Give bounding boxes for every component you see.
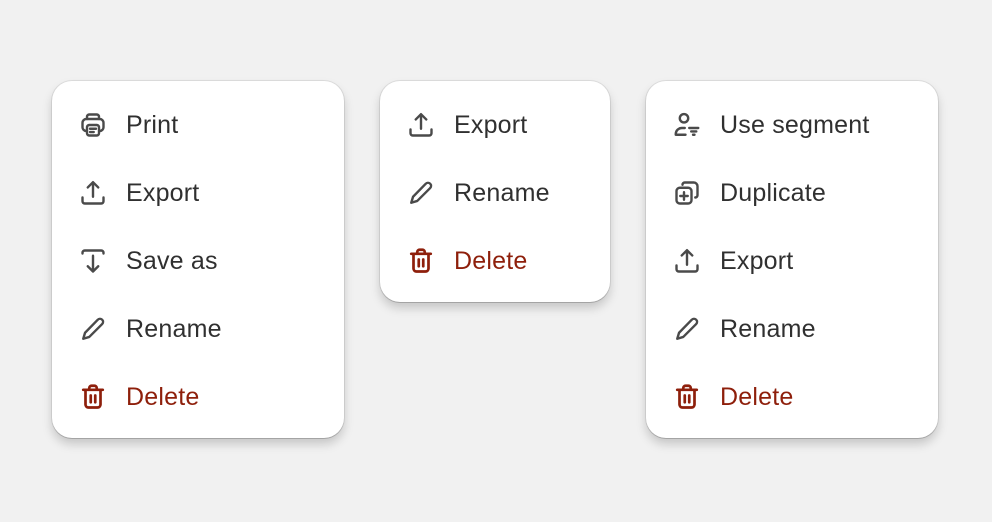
menu-item-rename[interactable]: Rename	[52, 295, 344, 363]
menu-item-export[interactable]: Export	[380, 91, 610, 159]
menu-item-label: Print	[126, 110, 179, 139]
edit-icon	[406, 178, 436, 208]
menu-item-label: Delete	[454, 246, 528, 275]
menu-item-label: Export	[454, 110, 528, 139]
action-menu-2: Export Rename Delete	[380, 81, 610, 302]
menu-item-export[interactable]: Export	[52, 159, 344, 227]
export-icon	[406, 110, 436, 140]
edit-icon	[78, 314, 108, 344]
menu-item-label: Delete	[720, 382, 794, 411]
menu-item-duplicate[interactable]: Duplicate	[646, 159, 938, 227]
export-icon	[672, 246, 702, 276]
menu-item-delete[interactable]: Delete	[52, 363, 344, 431]
action-menu-1: Print Export Save as Rename Delete	[52, 81, 344, 438]
edit-icon	[672, 314, 702, 344]
menu-item-save-as[interactable]: Save as	[52, 227, 344, 295]
menu-item-use-segment[interactable]: Use segment	[646, 91, 938, 159]
menu-item-label: Save as	[126, 246, 218, 275]
menu-item-print[interactable]: Print	[52, 91, 344, 159]
action-menu-3: Use segment Duplicate Export Rename Dele…	[646, 81, 938, 438]
menu-item-label: Rename	[126, 314, 222, 343]
export-icon	[78, 178, 108, 208]
person-filter-icon	[672, 110, 702, 140]
menu-item-label: Export	[126, 178, 200, 207]
delete-icon	[78, 382, 108, 412]
menu-item-label: Duplicate	[720, 178, 827, 207]
delete-icon	[672, 382, 702, 412]
menu-item-label: Delete	[126, 382, 200, 411]
menu-item-export[interactable]: Export	[646, 227, 938, 295]
duplicate-icon	[672, 178, 702, 208]
menu-item-label: Rename	[720, 314, 816, 343]
menu-item-rename[interactable]: Rename	[646, 295, 938, 363]
save-as-icon	[78, 246, 108, 276]
menu-item-label: Rename	[454, 178, 550, 207]
print-icon	[78, 110, 108, 140]
delete-icon	[406, 246, 436, 276]
menu-item-delete[interactable]: Delete	[380, 227, 610, 295]
menu-item-delete[interactable]: Delete	[646, 363, 938, 431]
menu-item-label: Use segment	[720, 110, 870, 139]
menu-item-label: Export	[720, 246, 794, 275]
menu-item-rename[interactable]: Rename	[380, 159, 610, 227]
